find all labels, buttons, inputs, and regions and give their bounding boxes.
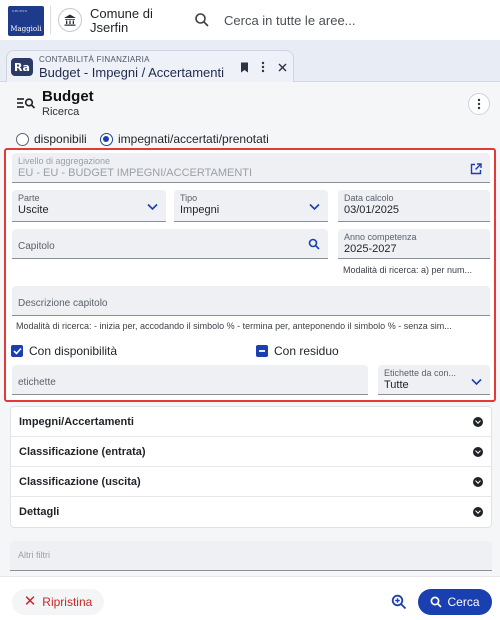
expand-icon [473, 476, 483, 487]
con-residuo-label: Con residuo [274, 344, 339, 358]
more-vert-icon[interactable] [256, 60, 270, 74]
more-vert-icon [477, 98, 481, 110]
radio-impegnati[interactable]: impegnati/accertati/prenotati [100, 132, 269, 146]
etichette-field[interactable]: etichette [12, 365, 368, 395]
checkbox-indeterminate-icon[interactable] [256, 345, 268, 357]
anno-competenza-label: Anno competenza [344, 232, 417, 242]
etichette-da-value: Tutte [384, 379, 409, 391]
search-button[interactable]: Cerca [418, 589, 492, 615]
open-in-new-icon[interactable] [470, 163, 482, 178]
livello-aggregazione-value: EU - EU - BUDGET IMPEGNI/ACCERTAMENTI [18, 167, 253, 179]
page-menu-button[interactable] [468, 93, 490, 115]
expand-icon [473, 446, 483, 457]
page-subtitle: Ricerca [42, 106, 80, 118]
global-search[interactable] [188, 6, 492, 34]
chevron-down-icon [147, 200, 158, 214]
reset-label: Ripristina [42, 595, 93, 609]
etichette-da-label: Etichette da con... [384, 368, 457, 378]
zoom-search-button[interactable] [388, 591, 410, 613]
comune-name[interactable]: Comune di Jserfin [90, 7, 170, 35]
bottom-action-bar: ✕ Ripristina Cerca [0, 576, 500, 620]
etichette-da-select[interactable]: Etichette da con... Tutte [378, 365, 490, 395]
page-title: Budget [42, 88, 94, 105]
reset-button[interactable]: ✕ Ripristina [12, 589, 104, 615]
tipo-label: Tipo [180, 193, 198, 203]
radio-disponibili[interactable]: disponibili [16, 132, 87, 146]
bookmark-icon[interactable] [237, 60, 251, 74]
accordion-label: Dettagli [19, 506, 60, 518]
accordion-label: Impegni/Accertamenti [19, 415, 134, 428]
radio-impegnati-control[interactable] [100, 132, 113, 146]
filter-accordion: Impegni/Accertamenti Classificazione (en… [10, 406, 492, 528]
page-header: Budget Ricerca [0, 82, 500, 126]
zoom-in-icon [391, 594, 407, 610]
radio-disponibili-control[interactable] [16, 132, 29, 146]
header-divider [50, 6, 51, 34]
capitolo-field[interactable]: Capitolo [12, 229, 328, 259]
parte-label: Parte [18, 193, 40, 203]
filter-panel [4, 148, 496, 402]
data-calcolo-label: Data calcolo [344, 193, 394, 203]
data-calcolo-field[interactable]: Data calcolo 03/01/2025 [338, 190, 490, 222]
anno-competenza-field[interactable]: Anno competenza 2025-2027 [338, 229, 490, 259]
accordion-impegni[interactable]: Impegni/Accertamenti [11, 407, 491, 437]
search-label: Cerca [447, 595, 480, 609]
con-residuo-checkbox[interactable]: Con residuo [256, 344, 339, 358]
accordion-classificazione-uscita[interactable]: Classificazione (uscita) [11, 467, 491, 497]
accordion-dettagli[interactable]: Dettagli [11, 497, 491, 527]
accordion-label: Classificazione (entrata) [19, 445, 146, 458]
search-list-icon [17, 98, 36, 109]
expand-icon [473, 507, 483, 517]
anno-competenza-value: 2025-2027 [344, 243, 397, 255]
anno-competenza-hint: Modalità di ricerca: a) per num... [343, 265, 473, 275]
global-search-input[interactable] [188, 6, 492, 34]
logo-text: Maggioli [10, 25, 42, 33]
search-icon[interactable] [308, 238, 320, 253]
con-disponibilita-label: Con disponibilità [29, 344, 118, 358]
tab-title: Budget - Impegni / Accertamenti [39, 65, 224, 80]
descrizione-capitolo-hint: Modalità di ricerca: - inizia per, accod… [16, 321, 452, 331]
descrizione-capitolo-field[interactable]: Descrizione capitolo [12, 286, 490, 316]
building-icon[interactable] [58, 8, 82, 32]
expand-icon [473, 416, 483, 427]
altri-filtri-field[interactable]: Altri filtri [10, 541, 492, 571]
livello-aggregazione-label: Livello di aggregazione [18, 156, 111, 166]
chevron-down-icon [471, 375, 482, 389]
etichette-label: etichette [18, 377, 56, 388]
logo-small-text: GRUPPO [12, 9, 28, 13]
top-header: GRUPPO Maggioli Comune di Jserfin [0, 0, 500, 40]
accordion-label: Classificazione (uscita) [19, 475, 141, 488]
data-calcolo-value: 03/01/2025 [344, 204, 400, 216]
chevron-down-icon [309, 200, 320, 214]
radio-disponibili-label: disponibili [34, 132, 87, 146]
tab-app-badge: Ra [11, 58, 33, 76]
radio-impegnati-label: impegnati/accertati/prenotati [118, 132, 269, 146]
parte-select[interactable]: Parte Uscite [12, 190, 166, 222]
parte-value: Uscite [18, 204, 49, 216]
con-disponibilita-checkbox[interactable]: Con disponibilità [11, 344, 117, 358]
search-icon [431, 596, 443, 608]
close-icon: ✕ [23, 593, 37, 610]
search-icon [195, 13, 209, 27]
maggioli-logo[interactable]: GRUPPO Maggioli [8, 6, 44, 36]
tab-budget[interactable]: Ra CONTABILITÀ FINANZIARIA Budget - Impe… [6, 50, 294, 82]
tab-strip: Ra CONTABILITÀ FINANZIARIA Budget - Impe… [0, 40, 500, 82]
livello-aggregazione-field[interactable]: Livello di aggregazione EU - EU - BUDGET… [12, 153, 490, 183]
tab-kicker: CONTABILITÀ FINANZIARIA [39, 55, 150, 64]
close-icon[interactable] [275, 60, 289, 74]
checkbox-checked-icon[interactable] [11, 345, 23, 357]
tipo-value: Impegni [180, 204, 220, 216]
capitolo-label: Capitolo [18, 241, 55, 252]
descrizione-capitolo-label: Descrizione capitolo [18, 298, 108, 309]
tipo-select[interactable]: Tipo Impegni [174, 190, 328, 222]
altri-filtri-label: Altri filtri [18, 550, 50, 560]
accordion-classificazione-entrata[interactable]: Classificazione (entrata) [11, 437, 491, 467]
